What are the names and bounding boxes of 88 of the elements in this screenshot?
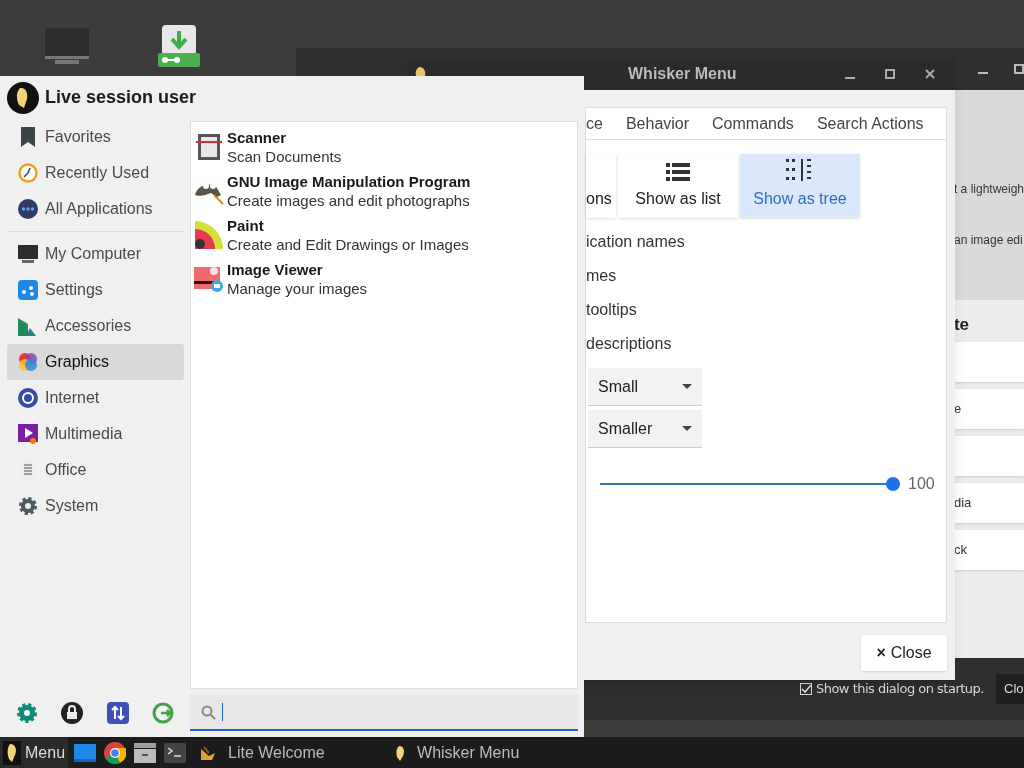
browser-icon[interactable] — [104, 741, 127, 764]
terminal-icon[interactable] — [164, 742, 187, 763]
palette-icon — [18, 352, 38, 372]
app-name: GNU Image Manipulation Program — [227, 172, 471, 191]
app-icon — [200, 745, 217, 760]
option-label: tooltips — [586, 300, 638, 320]
option-button[interactable]: e — [953, 389, 1024, 429]
user-name: Live session user — [45, 86, 197, 109]
accessories-icon — [18, 316, 38, 336]
installer-icon[interactable] — [158, 25, 200, 67]
settings-icon — [18, 280, 38, 300]
option-label: descriptions — [586, 334, 673, 354]
app-item[interactable]: Scanner Scan Documents — [191, 125, 577, 169]
switch-user-icon[interactable] — [106, 702, 129, 724]
window-title: Whisker Menu — [628, 64, 737, 84]
search-field[interactable] — [190, 695, 578, 731]
tab[interactable]: Commands — [712, 108, 794, 139]
lock-icon[interactable] — [61, 702, 84, 724]
option-button[interactable]: dia — [953, 483, 1024, 523]
category-item[interactable]: System — [7, 488, 184, 524]
scanner-icon — [196, 133, 222, 161]
view-button[interactable]: Show as tree — [740, 154, 860, 218]
task-button[interactable]: Lite Welcome — [192, 737, 388, 768]
monitor-icon[interactable] — [45, 28, 89, 66]
checkbox-label: Show this dialog on startup. — [815, 680, 984, 699]
avatar-icon — [7, 81, 39, 114]
search-icon — [201, 704, 216, 720]
app-icon — [3, 740, 21, 765]
dots-icon — [18, 199, 38, 219]
option-label: ication names — [586, 232, 686, 252]
app-description: Scan Documents — [227, 147, 342, 166]
app-description: Manage your images — [227, 279, 368, 298]
app-item[interactable]: Paint Create and Edit Drawings or Images — [191, 213, 577, 257]
tab[interactable]: Behavior — [625, 108, 690, 139]
menu-button[interactable]: Menu — [0, 737, 69, 768]
app-description: Create images and edit photographs — [227, 191, 471, 210]
bookmark-icon — [20, 127, 36, 147]
app-icon — [395, 744, 406, 761]
category-item[interactable]: Accessories — [7, 308, 184, 344]
paint-icon — [195, 221, 223, 249]
slider[interactable] — [600, 477, 900, 491]
monitor-icon — [18, 245, 38, 263]
list-icon — [666, 163, 690, 181]
app-name: Scanner — [227, 128, 288, 147]
tab[interactable]: ce — [586, 108, 603, 139]
globe-icon — [18, 388, 38, 408]
caret-icon — [682, 384, 692, 389]
maximize-icon[interactable] — [885, 69, 895, 79]
task-button[interactable]: Whisker Menu — [387, 737, 583, 768]
checkbox-icon[interactable] — [799, 683, 812, 695]
caret-icon — [682, 426, 692, 431]
category-item[interactable]: Graphics — [7, 344, 184, 380]
app-item[interactable]: Image Viewer Manage your images — [191, 257, 577, 301]
logout-icon[interactable] — [152, 702, 175, 724]
tree-icon — [786, 159, 814, 181]
folder-icon[interactable] — [134, 742, 157, 763]
video-icon — [18, 424, 38, 444]
clock-icon — [18, 163, 38, 183]
tab[interactable]: Search Actions — [816, 108, 924, 139]
category-item[interactable]: All Applications — [7, 191, 184, 227]
close-button[interactable]: × Close — [861, 635, 947, 671]
section-heading: te — [953, 314, 971, 336]
maximize-icon[interactable] — [1014, 64, 1024, 74]
dropdown[interactable]: Smaller — [588, 410, 702, 448]
category-item[interactable]: Recently Used — [7, 155, 184, 191]
app-item[interactable]: GNU Image Manipulation Program Create images and edit photographs — [191, 169, 577, 213]
dropdown[interactable]: Small — [588, 368, 702, 406]
app-description: Create and Edit Drawings or Images — [227, 235, 469, 254]
slider-value: 100 — [908, 474, 935, 494]
description-text: an image edi — [953, 232, 1024, 249]
category-item[interactable]: Settings — [7, 272, 184, 308]
app-name: Paint — [227, 216, 265, 235]
category-item[interactable]: Office — [7, 452, 184, 488]
settings-icon — [18, 496, 38, 516]
category-item[interactable]: Favorites — [7, 119, 184, 155]
close-icon[interactable] — [925, 69, 935, 79]
app-name: Image Viewer — [227, 260, 324, 279]
view-button[interactable]: ons — [586, 154, 616, 218]
option-button[interactable]: ck — [953, 530, 1024, 570]
category-item[interactable]: Internet — [7, 380, 184, 416]
image-viewer-icon — [194, 265, 224, 293]
close-button[interactable]: Clo — [996, 674, 1024, 704]
gear-icon[interactable] — [15, 702, 38, 724]
desktop-icon[interactable] — [74, 743, 97, 762]
category-item[interactable]: My Computer — [7, 236, 184, 272]
category-item[interactable]: Multimedia — [7, 416, 184, 452]
view-button[interactable]: Show as list — [618, 154, 738, 218]
option-label: mes — [586, 266, 618, 286]
